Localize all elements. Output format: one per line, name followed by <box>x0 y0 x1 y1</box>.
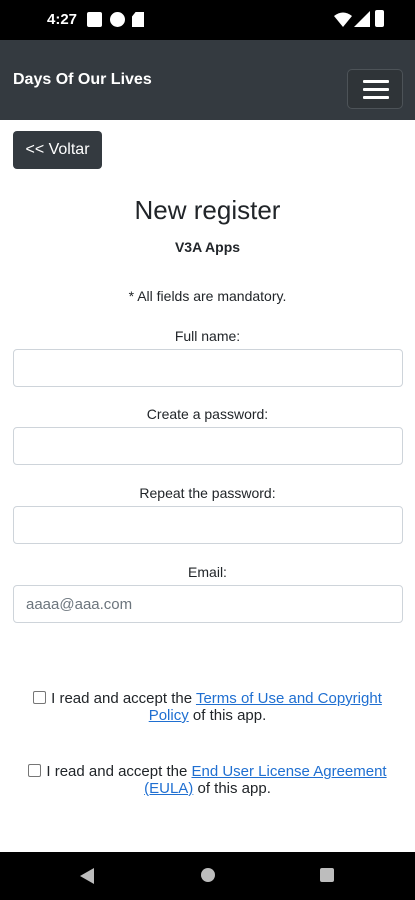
page-subtitle: V3A Apps <box>174 239 241 255</box>
mandatory-note: * All fields are mandatory. <box>128 288 287 304</box>
password-label: Create a password: <box>146 406 269 422</box>
full-name-label: Full name: <box>174 328 241 344</box>
home-circle-icon[interactable] <box>201 868 215 882</box>
status-time: 4:27 <box>47 11 78 28</box>
repeat-password-label: Repeat the password: <box>139 485 276 501</box>
eula-prefix: I read and accept the <box>46 763 192 780</box>
terms-suffix: of this app. <box>188 707 267 724</box>
system-nav-bar <box>0 852 415 900</box>
terms-of-use-checkbox[interactable] <box>33 691 47 704</box>
menu-toggle-button[interactable] <box>347 69 403 109</box>
wifi-icon <box>334 12 352 27</box>
app-circle-icon <box>110 12 125 27</box>
back-button[interactable]: << Voltar <box>13 131 102 169</box>
email-input[interactable] <box>13 585 403 623</box>
full-name-input[interactable] <box>13 349 403 387</box>
notification-square-icon <box>87 12 102 27</box>
back-triangle-icon[interactable] <box>80 868 94 884</box>
repeat-password-input[interactable] <box>13 506 403 544</box>
terms-of-use-row: I read and accept the Terms of Use and C… <box>0 690 415 724</box>
terms-prefix: I read and accept the <box>51 690 196 707</box>
eula-row: I read and accept the End User License A… <box>0 763 415 797</box>
sd-card-icon <box>132 12 144 27</box>
signal-icon <box>354 11 370 27</box>
eula-suffix: of this app. <box>193 780 271 797</box>
page-title: New register <box>134 195 281 225</box>
app-header: Days Of Our Lives <box>0 40 415 120</box>
status-bar: 4:27 <box>0 0 415 40</box>
brand-title[interactable]: Days Of Our Lives <box>13 71 152 89</box>
battery-icon <box>375 10 384 27</box>
password-input[interactable] <box>13 427 403 465</box>
email-label: Email: <box>188 564 227 580</box>
eula-checkbox[interactable] <box>28 764 42 777</box>
recents-square-icon[interactable] <box>320 868 334 882</box>
